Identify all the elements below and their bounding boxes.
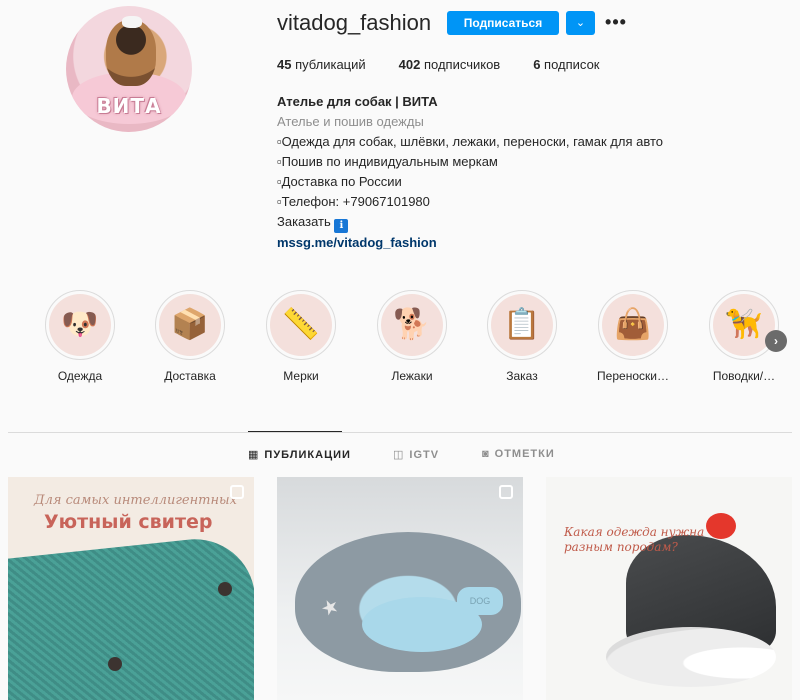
avatar-bow [122, 16, 142, 28]
grid-icon: ▦ [248, 449, 260, 461]
bio-line: ▫Телефон: +79067101980 [277, 194, 430, 209]
hat-pompom [706, 513, 736, 539]
igtv-icon: ◫ [393, 449, 405, 461]
tagged-icon: ◙ [482, 448, 490, 460]
carousel-icon [499, 485, 513, 499]
bio-link[interactable]: mssg.me/vitadog_fashion [277, 233, 663, 253]
box-icon: 📦 [171, 308, 209, 341]
highlights-next-button[interactable]: › [765, 330, 787, 352]
tab-igtv[interactable]: ◫ IGTV [393, 448, 439, 462]
highlight-label: Доставка [164, 369, 216, 383]
chevron-down-icon: ⌄ [575, 17, 586, 29]
post-thumbnail[interactable]: DOG ★ [277, 477, 523, 700]
sweater-button [218, 582, 232, 596]
story-highlights: 🐶 Одежда 📦 Доставка 📏 Мерки 🐕 Лежаки 📋 З… [0, 290, 800, 390]
highlight-label: Одежда [57, 369, 103, 383]
profile-bio: Ателье для собак | ВИТА Ателье и пошив о… [277, 92, 663, 253]
suggested-dropdown-button[interactable]: ⌄ [566, 11, 595, 35]
order-document-icon: 📋 [503, 308, 541, 341]
sweater-image [8, 533, 254, 700]
highlight-label: Мерки [283, 369, 319, 383]
highlight-label: Заказ [506, 369, 538, 383]
post-caption: Какая одежда нужна разным породам? [564, 525, 705, 554]
profile-stats: 45 публикаций 402 подписчиков 6 подписок [277, 57, 632, 72]
leash-icon: 🦮 [725, 308, 763, 341]
more-dots-icon: ••• [605, 12, 627, 32]
highlight-order[interactable]: 📋 Заказ [472, 290, 572, 383]
highlight-label: Переноски… [597, 369, 669, 383]
highlight-measurements[interactable]: 📏 Мерки [251, 290, 351, 383]
carrier-icon: 👜 [614, 308, 652, 341]
more-options-button[interactable]: ••• [604, 10, 628, 34]
bio-name: Ателье для собак | ВИТА [277, 94, 438, 109]
bio-line: ▫Одежда для собак, шлёвки, лежаки, перен… [277, 134, 663, 149]
dog-image [606, 627, 776, 687]
dog-bed-icon: 🐕 [393, 308, 431, 341]
highlight-beds[interactable]: 🐕 Лежаки [362, 290, 462, 383]
highlight-carriers[interactable]: 👜 Переноски… [583, 290, 683, 383]
carousel-icon [230, 485, 244, 499]
bone-pillow: DOG [457, 587, 503, 615]
bio-order-line: Заказать ℹ [277, 212, 663, 233]
highlight-label: Лежаки [391, 369, 433, 383]
avatar-dog [106, 20, 156, 86]
bio-line: ▫Пошив по индивидуальным меркам [277, 154, 498, 169]
post-caption-top: Для самых интеллигентных [34, 493, 237, 508]
followers-count[interactable]: 402 подписчиков [399, 57, 501, 72]
profile-username: vitadog_fashion [277, 10, 432, 35]
tab-posts[interactable]: ▦ ПУБЛИКАЦИИ [248, 448, 351, 462]
avatar-logo-text: ВИТА [96, 94, 162, 118]
highlight-label: Поводки/… [712, 369, 776, 383]
sweater-button [108, 657, 122, 671]
profile-avatar[interactable]: ВИТА [66, 6, 192, 132]
follow-button[interactable]: Подписаться [447, 11, 559, 35]
following-count[interactable]: 6 подписок [533, 57, 599, 72]
bio-line: ▫Доставка по России [277, 174, 402, 189]
posts-count: 45 публикаций [277, 57, 366, 72]
post-caption-title: Уютный свитер [44, 511, 213, 533]
info-icon: ℹ [334, 219, 349, 233]
tabs-divider [8, 432, 792, 433]
bio-category: Ателье и пошив одежды [277, 114, 424, 129]
highlight-clothes[interactable]: 🐶 Одежда [30, 290, 130, 383]
tab-tagged[interactable]: ◙ ОТМЕТКИ [482, 448, 555, 460]
chevron-right-icon: › [774, 334, 778, 348]
dog-face-icon: 🐶 [61, 308, 99, 341]
measuring-tape-icon: 📏 [282, 308, 320, 341]
active-tab-indicator [248, 431, 342, 432]
highlight-delivery[interactable]: 📦 Доставка [140, 290, 240, 383]
post-thumbnail[interactable]: Для самых интеллигентных Уютный свитер [8, 477, 254, 700]
post-thumbnail[interactable]: Какая одежда нужна разным породам? [546, 477, 792, 700]
